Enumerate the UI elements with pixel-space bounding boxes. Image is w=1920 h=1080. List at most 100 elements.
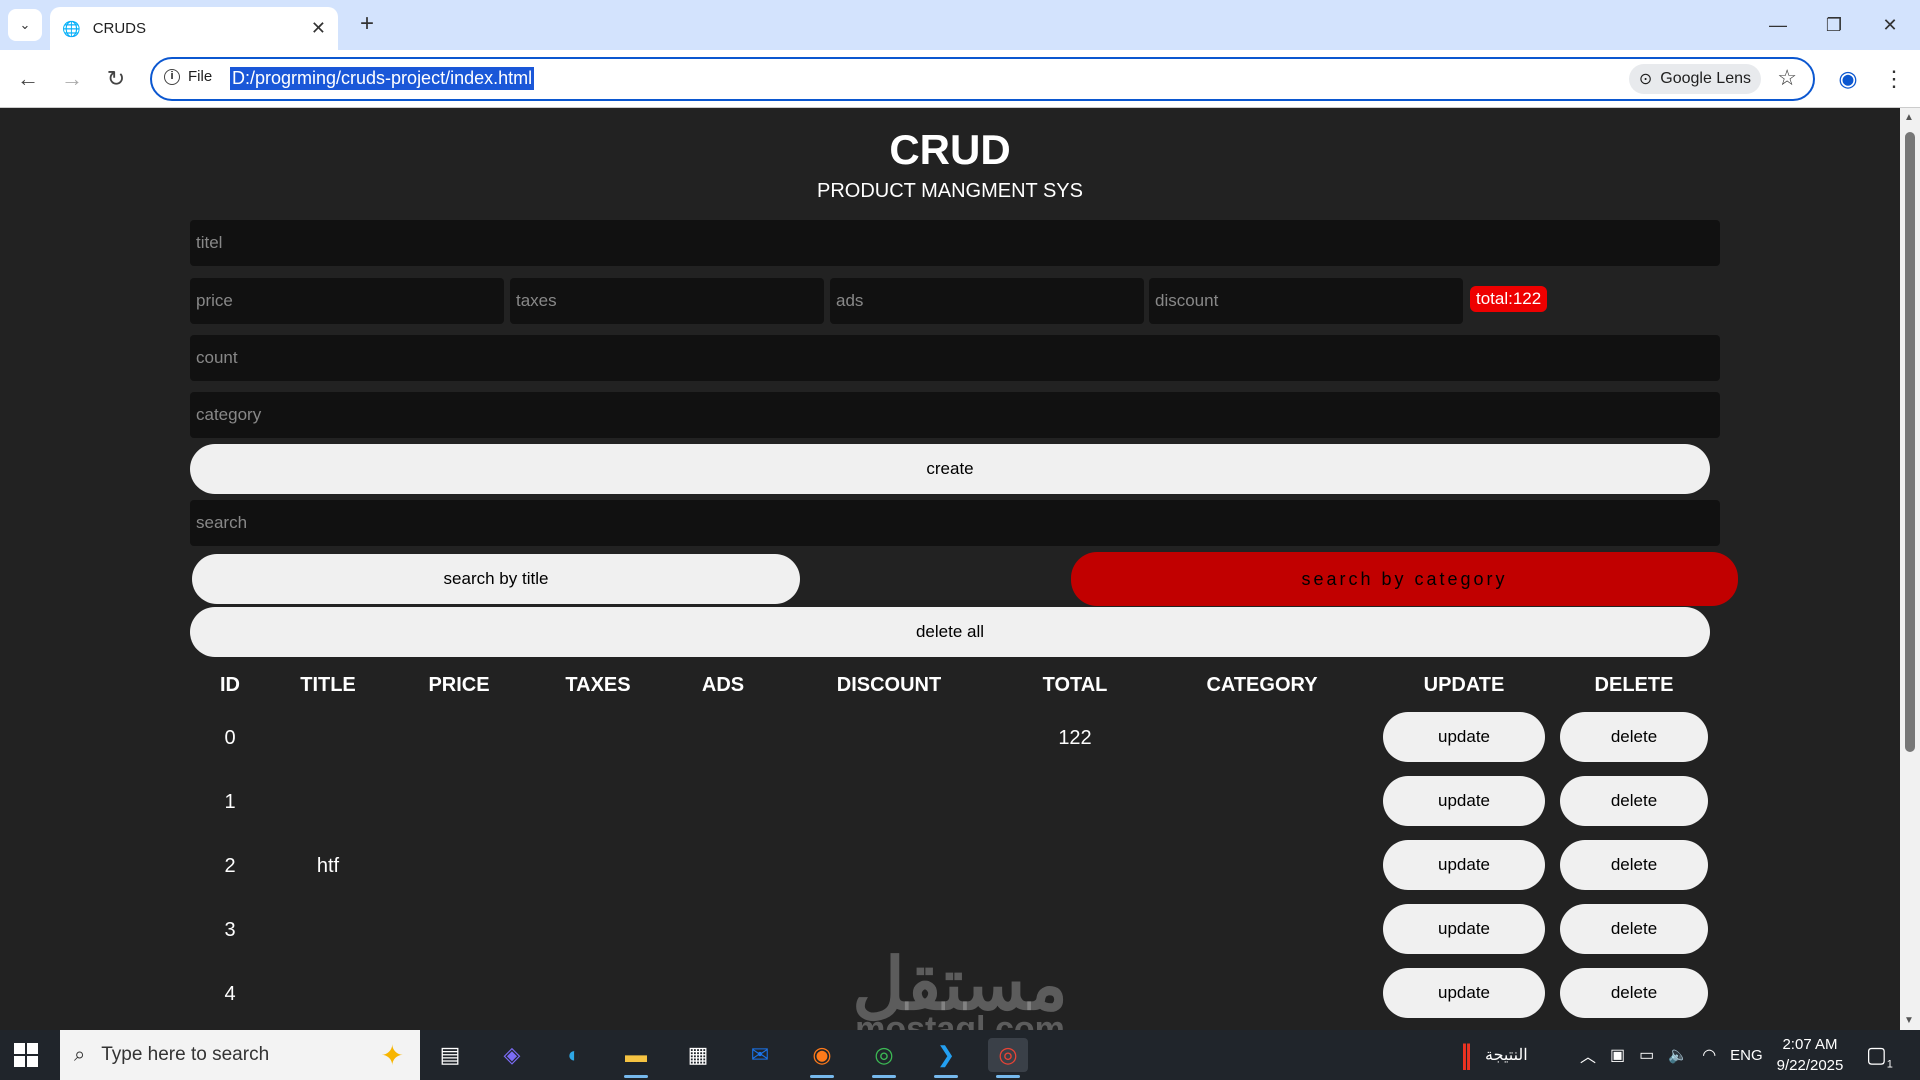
row-0-update-button[interactable]: update <box>1383 712 1545 762</box>
row-2-delete-button[interactable]: delete <box>1560 840 1708 890</box>
column-header-discount: DISCOUNT <box>836 674 942 696</box>
row-2-id: 2 <box>224 855 236 877</box>
forward-arrow-icon[interactable]: → <box>56 63 88 95</box>
title-input[interactable]: titel <box>190 220 1720 266</box>
column-header-total: TOTAL <box>1042 674 1108 696</box>
scroll-up-icon[interactable]: ▲ <box>1904 112 1914 123</box>
back-arrow-icon[interactable]: ← <box>12 63 44 95</box>
lens-icon: ⊙ <box>1638 71 1653 88</box>
tab-title: CRUDS <box>92 20 147 37</box>
column-header-delete: DELETE <box>1594 674 1674 696</box>
tab-search-dropdown[interactable]: ⌄ <box>8 9 42 41</box>
row-2-update-button[interactable]: update <box>1383 840 1545 890</box>
row-4-delete-button[interactable]: delete <box>1560 968 1708 1018</box>
firefox-icon[interactable]: ◉ <box>802 1038 842 1078</box>
windows-taskbar: ⌕ Type here to search ✦ ▤ ◈ ◐ ▬ ▦ ✉ ◉ ◎ … <box>0 1030 1920 1080</box>
taskbar-search-box[interactable]: ⌕ Type here to search ✦ <box>60 1030 420 1080</box>
wifi-icon[interactable]: ◠ <box>1702 1045 1716 1065</box>
language-indicator[interactable]: ENG <box>1730 1047 1763 1064</box>
row-1-update-button[interactable]: update <box>1383 776 1545 826</box>
outlook-icon[interactable]: ✉ <box>740 1038 780 1072</box>
browser-tab-bar: ⌄ 🌐 CRUDS ✕ + — ❐ ✕ <box>0 0 1920 50</box>
search-input[interactable]: search <box>190 500 1720 546</box>
row-3-update-button[interactable]: update <box>1383 904 1545 954</box>
row-2-title: htf <box>316 855 340 877</box>
site-info-chip[interactable]: i File <box>164 68 212 85</box>
bookmark-star-icon[interactable]: ☆ <box>1777 65 1797 91</box>
tray-app-label: النتيجة <box>1485 1047 1528 1064</box>
taskbar-clock[interactable]: 2:07 AM 9/22/2025 <box>1770 1034 1850 1076</box>
google-lens-button[interactable]: ⊙ Google Lens <box>1628 64 1761 94</box>
notification-count: 1 <box>1886 1058 1893 1071</box>
search-by-title-button[interactable]: search by title <box>192 554 800 604</box>
site-info-label: File <box>188 68 213 85</box>
chevron-up-icon[interactable]: ︿ <box>1580 1043 1596 1067</box>
total-badge: total:122 <box>1470 286 1548 312</box>
column-header-update: UPDATE <box>1423 674 1505 696</box>
copilot-icon[interactable]: ◈ <box>492 1038 532 1072</box>
price-input[interactable]: price <box>190 278 504 324</box>
row-0-delete-button[interactable]: delete <box>1560 712 1708 762</box>
clock-time: 2:07 AM <box>1782 1036 1838 1053</box>
row-1-delete-button[interactable]: delete <box>1560 776 1708 826</box>
column-header-title: TITLE <box>300 674 356 696</box>
taskbar-search-placeholder: Type here to search <box>101 1044 270 1065</box>
address-bar[interactable]: i File D:/progrming/cruds-project/index.… <box>150 57 1815 101</box>
clock-date: 9/22/2025 <box>1776 1057 1844 1074</box>
row-1-id: 1 <box>224 791 236 813</box>
create-button[interactable]: create <box>190 444 1710 494</box>
reload-icon[interactable]: ↻ <box>100 63 132 95</box>
task-view-icon[interactable]: ▤ <box>430 1038 470 1072</box>
row-0-total: 122 <box>1058 727 1092 749</box>
scrollbar-thumb[interactable] <box>1905 132 1915 752</box>
row-3-id: 3 <box>224 919 236 941</box>
search-icon: ⌕ <box>74 1043 86 1066</box>
notification-center-icon[interactable]: ▢1 <box>1866 1042 1893 1070</box>
url-text[interactable]: D:/progrming/cruds-project/index.html <box>230 67 535 90</box>
meet-icon[interactable]: ▣ <box>1610 1045 1625 1065</box>
page-viewport: CRUD PRODUCT MANGMENT SYS titel price ta… <box>0 108 1900 1030</box>
info-icon: i <box>164 68 180 85</box>
close-window-button[interactable]: ✕ <box>1870 10 1910 40</box>
taxes-input[interactable]: taxes <box>510 278 824 324</box>
category-input[interactable]: category <box>190 392 1720 438</box>
discount-input[interactable]: discount <box>1149 278 1463 324</box>
new-tab-button[interactable]: + <box>352 10 382 40</box>
column-header-ads: ADS <box>701 674 745 696</box>
battery-icon[interactable]: ▭ <box>1639 1045 1654 1065</box>
edge-icon[interactable]: ◐ <box>554 1038 594 1072</box>
globe-icon: 🌐 <box>62 20 81 38</box>
row-0-id: 0 <box>224 727 236 749</box>
chrome-icon[interactable]: ◎ <box>988 1038 1028 1078</box>
tab-close-icon[interactable]: ✕ <box>311 18 326 39</box>
kebab-menu-icon[interactable]: ⋮ <box>1878 63 1910 95</box>
file-explorer-icon[interactable]: ▬ <box>616 1038 656 1078</box>
scroll-down-icon[interactable]: ▼ <box>1904 1015 1914 1026</box>
minimize-button[interactable]: — <box>1758 10 1798 40</box>
count-input[interactable]: count <box>190 335 1720 381</box>
browser-toolbar: ← → ↻ i File D:/progrming/cruds-project/… <box>0 50 1920 108</box>
vscode-icon[interactable]: ❯ <box>926 1038 966 1078</box>
tray-app-logo-icon: ∥ <box>1460 1039 1473 1070</box>
page-scrollbar[interactable]: ▲ ▼ <box>1900 108 1920 1030</box>
chevron-down-icon: ⌄ <box>19 17 31 32</box>
column-header-category: CATEGORY <box>1206 674 1318 696</box>
page-subtitle: PRODUCT MANGMENT SYS <box>817 180 1083 202</box>
restore-button[interactable]: ❐ <box>1814 10 1854 40</box>
ads-input[interactable]: ads <box>830 278 1144 324</box>
search-by-category-button[interactable]: search by category <box>1071 552 1738 606</box>
sparkle-icon: ✦ <box>380 1039 404 1071</box>
page-title: CRUD <box>889 126 1011 173</box>
delete-all-button[interactable]: delete all <box>190 607 1710 657</box>
volume-icon[interactable]: 🔈 <box>1668 1045 1688 1065</box>
browser-tab[interactable]: 🌐 CRUDS ✕ <box>50 7 338 50</box>
chrome-profile-icon[interactable]: ◎ <box>864 1038 904 1078</box>
tray-app[interactable]: ∥ النتيجة <box>1460 1030 1528 1080</box>
windows-start-icon[interactable] <box>14 1043 38 1067</box>
profile-icon[interactable]: ◉ <box>1832 63 1864 95</box>
store-icon[interactable]: ▦ <box>678 1038 718 1072</box>
column-header-taxes: TAXES <box>565 674 631 696</box>
row-4-update-button[interactable]: update <box>1383 968 1545 1018</box>
row-4-id: 4 <box>224 983 236 1005</box>
row-3-delete-button[interactable]: delete <box>1560 904 1708 954</box>
